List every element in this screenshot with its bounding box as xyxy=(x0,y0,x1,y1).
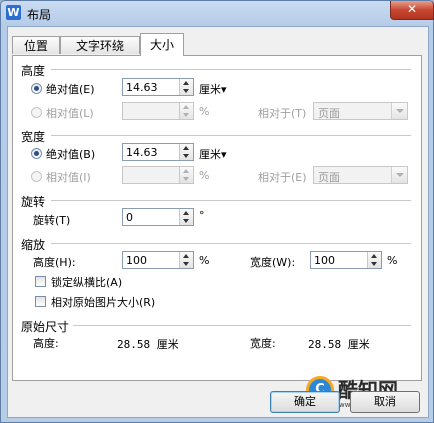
dialog-client: 位置 文字环绕 大小 高度 绝对值(E) 14.63 厘米▾ 相对值(L) % … xyxy=(7,26,429,418)
spin-up-icon[interactable] xyxy=(371,254,377,258)
spin-up-icon[interactable] xyxy=(183,211,189,215)
width-relative-to-label: 相对于(E) xyxy=(258,171,307,184)
scale-height-label: 高度(H): xyxy=(33,256,76,269)
scale-width-label: 宽度(W): xyxy=(250,256,296,269)
spin-up-icon[interactable] xyxy=(183,146,189,150)
original-height-value: 28.58 厘米 xyxy=(117,338,179,351)
spin-up-icon[interactable] xyxy=(183,105,189,109)
lock-aspect-ratio-label: 锁定纵横比(A) xyxy=(51,276,123,289)
spin-down-icon[interactable] xyxy=(183,262,189,266)
rotate-unit: ° xyxy=(199,209,205,222)
spin-up-icon[interactable] xyxy=(183,254,189,258)
original-width-value: 28.58 厘米 xyxy=(308,338,370,351)
width-relative-unit: % xyxy=(199,169,210,182)
width-relative-label: 相对值(I) xyxy=(46,171,91,184)
spin-down-icon[interactable] xyxy=(371,262,377,266)
width-absolute-spinner[interactable]: 14.63 xyxy=(122,143,194,161)
height-relative-radio[interactable] xyxy=(31,107,42,118)
height-relative-unit: % xyxy=(199,105,210,118)
rotate-spinner[interactable]: 0 xyxy=(122,208,194,226)
height-group-label: 高度 xyxy=(21,64,46,78)
scale-width-value: 100 xyxy=(314,254,335,267)
tab-text-wrap[interactable]: 文字环绕 xyxy=(60,36,140,54)
width-relative-to-select[interactable]: 页面 xyxy=(313,166,408,184)
scale-width-spinner[interactable]: 100 xyxy=(310,251,382,269)
spin-up-icon[interactable] xyxy=(183,169,189,173)
scale-width-unit: % xyxy=(387,254,398,267)
close-button[interactable]: ✕ xyxy=(390,1,434,20)
rotate-divider xyxy=(51,200,411,202)
relative-original-size-checkbox[interactable] xyxy=(35,296,46,307)
ok-button[interactable]: 确定 xyxy=(270,391,340,413)
width-relative-to-value: 页面 xyxy=(318,171,340,184)
height-absolute-label: 绝对值(E) xyxy=(46,83,95,96)
scale-group-label: 缩放 xyxy=(21,238,46,252)
width-absolute-value: 14.63 xyxy=(126,146,158,159)
lock-aspect-ratio-checkbox[interactable] xyxy=(35,276,46,287)
scale-height-spinner[interactable]: 100 xyxy=(122,251,194,269)
scale-divider xyxy=(51,243,411,245)
height-relative-spinner[interactable] xyxy=(122,102,194,120)
spin-down-icon[interactable] xyxy=(183,113,189,117)
width-relative-spinner[interactable] xyxy=(122,166,194,184)
width-unit-dropdown[interactable]: 厘米▾ xyxy=(199,146,227,162)
width-absolute-radio[interactable] xyxy=(31,148,42,159)
tab-size[interactable]: 大小 xyxy=(140,33,184,56)
width-divider xyxy=(51,135,411,137)
layout-dialog: W 布局 ✕ 位置 文字环绕 大小 高度 绝对值(E) 14.63 厘米▾ 相对… xyxy=(0,0,434,423)
height-relative-label: 相对值(L) xyxy=(46,107,94,120)
original-size-divider xyxy=(73,325,411,327)
title-bar[interactable]: W 布局 ✕ xyxy=(1,1,434,25)
width-absolute-spin-buttons[interactable] xyxy=(179,144,193,160)
height-relative-to-value: 页面 xyxy=(318,107,340,120)
width-absolute-label: 绝对值(B) xyxy=(46,148,96,161)
rotate-spin-buttons[interactable] xyxy=(179,209,193,225)
width-relative-spin-buttons[interactable] xyxy=(179,167,193,183)
rotate-label: 旋转(T) xyxy=(33,214,71,227)
height-absolute-radio[interactable] xyxy=(31,83,42,94)
spin-down-icon[interactable] xyxy=(183,177,189,181)
rotate-value: 0 xyxy=(126,211,133,224)
height-absolute-spin-buttons[interactable] xyxy=(179,79,193,95)
height-relative-spin-buttons[interactable] xyxy=(179,103,193,119)
height-relative-to-select[interactable]: 页面 xyxy=(313,102,408,120)
scale-height-unit: % xyxy=(199,254,210,267)
spin-down-icon[interactable] xyxy=(183,219,189,223)
spin-down-icon[interactable] xyxy=(183,154,189,158)
height-divider xyxy=(51,69,411,71)
width-relative-radio[interactable] xyxy=(31,171,42,182)
cancel-button[interactable]: 取消 xyxy=(350,391,420,413)
scale-width-spin-buttons[interactable] xyxy=(367,252,381,268)
height-absolute-spinner[interactable]: 14.63 xyxy=(122,78,194,96)
original-size-group-label: 原始尺寸 xyxy=(21,320,70,334)
relative-original-size-label: 相对原始图片大小(R) xyxy=(51,296,156,309)
size-panel: 高度 绝对值(E) 14.63 厘米▾ 相对值(L) % 相对于(T) 页面 宽… xyxy=(12,55,422,381)
window-title: 布局 xyxy=(27,8,52,22)
scale-height-value: 100 xyxy=(126,254,147,267)
height-unit-dropdown[interactable]: 厘米▾ xyxy=(199,81,227,97)
spin-up-icon[interactable] xyxy=(183,81,189,85)
original-width-label: 宽度: xyxy=(250,337,276,350)
tab-position[interactable]: 位置 xyxy=(12,36,60,54)
height-absolute-value: 14.63 xyxy=(126,81,158,94)
chevron-down-icon[interactable] xyxy=(391,167,407,183)
wps-writer-icon: W xyxy=(6,5,21,20)
width-group-label: 宽度 xyxy=(21,130,46,144)
original-height-label: 高度: xyxy=(33,337,59,350)
height-relative-to-label: 相对于(T) xyxy=(258,107,307,120)
rotate-group-label: 旋转 xyxy=(21,195,46,209)
scale-height-spin-buttons[interactable] xyxy=(179,252,193,268)
spin-down-icon[interactable] xyxy=(183,89,189,93)
chevron-down-icon[interactable] xyxy=(391,103,407,119)
